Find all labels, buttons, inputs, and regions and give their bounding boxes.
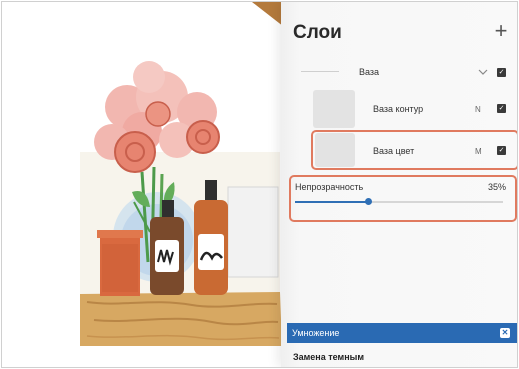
blend-mode-label: Умножение [292, 328, 340, 338]
opacity-value: 35% [488, 182, 507, 192]
opacity-slider-thumb[interactable] [364, 198, 372, 205]
layer-visibility-checkbox[interactable]: ✓ [497, 68, 506, 77]
add-layer-button[interactable]: + [491, 20, 511, 42]
close-icon[interactable]: ✕ [500, 328, 510, 338]
layer-thumbnail [313, 90, 355, 128]
plus-icon: + [494, 18, 508, 43]
artwork-illustration [2, 2, 288, 367]
layer-row-vase-outline[interactable]: Ваза контур N ✓ [281, 88, 517, 132]
layer-blend-indicator: N [475, 105, 481, 114]
layer-thumbnail [315, 133, 355, 167]
blend-mode-darken[interactable]: Замена темным [293, 352, 364, 362]
layer-label: Ваза контур [373, 104, 424, 114]
layer-blend-indicator: M [475, 147, 482, 156]
panel-title: Слои [293, 22, 342, 43]
layer-row-vase-color[interactable]: Ваза цвет M ✓ [281, 130, 517, 174]
layer-group-label: Ваза [359, 67, 380, 77]
opacity-label: Непрозрачность [295, 182, 364, 192]
opacity-slider[interactable] [295, 198, 503, 205]
group-divider [301, 71, 339, 72]
app-frame: Слои + Ваза ✓ Ваза контур N ✓ Ваза цвет … [1, 1, 518, 368]
layer-label: Ваза цвет [373, 146, 415, 156]
layers-panel: Слои + Ваза ✓ Ваза контур N ✓ Ваза цвет … [281, 2, 517, 367]
moon-icon [500, 351, 507, 359]
layer-group-vase[interactable]: Ваза ✓ [281, 60, 517, 84]
blend-mode-multiply[interactable]: Умножение ✕ [287, 323, 517, 343]
layer-visibility-checkbox[interactable]: ✓ [497, 104, 506, 113]
layer-visibility-checkbox[interactable]: ✓ [497, 146, 506, 155]
chevron-down-icon[interactable] [477, 66, 489, 78]
opacity-slider-fill [295, 201, 368, 203]
drawing-canvas[interactable] [2, 2, 288, 367]
